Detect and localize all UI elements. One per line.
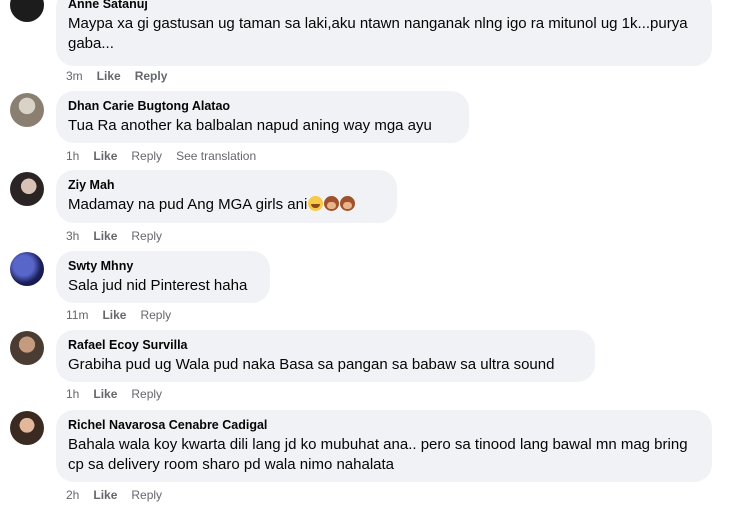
comment-bubble: Richel Navarosa Cenabre Cadigal Bahala w… [56, 410, 712, 482]
comment-text: Grabiha pud ug Wala pud naka Basa sa pan… [68, 356, 555, 373]
like-button[interactable]: Like [93, 387, 117, 401]
comment-bubble: Swty Mhny Sala jud nid Pinterest haha [56, 251, 270, 303]
comment-time[interactable]: 2h [66, 488, 79, 502]
comment-bubble: Anne Satanuj Maypa xa gi gastusan ug tam… [56, 0, 712, 66]
comment-bubble: Rafael Ecoy Survilla Grabiha pud ug Wala… [56, 330, 595, 382]
comment-time[interactable]: 1h [66, 149, 79, 163]
comment-actions: 3m Like Reply [66, 68, 181, 84]
like-button[interactable]: Like [93, 229, 117, 243]
comment-time[interactable]: 3h [66, 229, 79, 243]
avatar[interactable] [10, 411, 44, 445]
reply-button[interactable]: Reply [131, 387, 162, 401]
avatar[interactable] [10, 331, 44, 365]
comment-text: Sala jud nid Pinterest haha [68, 277, 248, 294]
avatar[interactable] [10, 172, 44, 206]
see-translation-link[interactable]: See translation [176, 149, 256, 163]
comment-author[interactable]: Richel Navarosa Cenabre Cadigal [68, 417, 700, 433]
see-no-evil-monkey-emoji [340, 196, 356, 211]
like-button[interactable]: Like [93, 488, 117, 502]
comment-actions: 1h Like Reply See translation [66, 148, 270, 164]
comment-actions: 3h Like Reply [66, 228, 176, 244]
comment-time[interactable]: 11m [66, 308, 88, 322]
avatar[interactable] [10, 252, 44, 286]
reply-button[interactable]: Reply [140, 308, 171, 322]
comment-actions: 1h Like Reply [66, 386, 176, 402]
comment-author[interactable]: Rafael Ecoy Survilla [68, 337, 583, 353]
reply-button[interactable]: Reply [131, 229, 162, 243]
comment-author[interactable]: Anne Satanuj [68, 0, 700, 12]
comment-text: Tua Ra another ka balbalan napud aning w… [68, 117, 432, 134]
comment-text: Maypa xa gi gastusan ug taman sa laki,ak… [68, 15, 688, 52]
comment-actions: 11m Like Reply [66, 307, 185, 323]
reply-button[interactable]: Reply [135, 69, 168, 83]
see-no-evil-monkey-emoji [324, 196, 340, 211]
avatar[interactable] [10, 93, 44, 127]
reply-button[interactable]: Reply [131, 149, 162, 163]
comment-text-content: Madamay na pud Ang MGA girls ani [68, 196, 308, 213]
comment-author[interactable]: Dhan Carie Bugtong Alatao [68, 98, 457, 114]
comment-text: Bahala wala koy kwarta dili lang jd ko m… [68, 436, 688, 473]
grinning-sweat-emoji [308, 196, 324, 211]
avatar[interactable] [10, 0, 44, 22]
comment-time[interactable]: 1h [66, 387, 79, 401]
comment-author[interactable]: Swty Mhny [68, 258, 258, 274]
comment-bubble: Ziy Mah Madamay na pud Ang MGA girls ani [56, 170, 397, 223]
comment-author[interactable]: Ziy Mah [68, 177, 385, 193]
comment-text: Madamay na pud Ang MGA girls ani [68, 195, 385, 215]
like-button[interactable]: Like [97, 69, 121, 83]
like-button[interactable]: Like [102, 308, 126, 322]
reply-button[interactable]: Reply [131, 488, 162, 502]
comment-time[interactable]: 3m [66, 69, 83, 83]
comment-actions: 2h Like Reply [66, 487, 176, 503]
comment-bubble: Dhan Carie Bugtong Alatao Tua Ra another… [56, 91, 469, 143]
like-button[interactable]: Like [93, 149, 117, 163]
